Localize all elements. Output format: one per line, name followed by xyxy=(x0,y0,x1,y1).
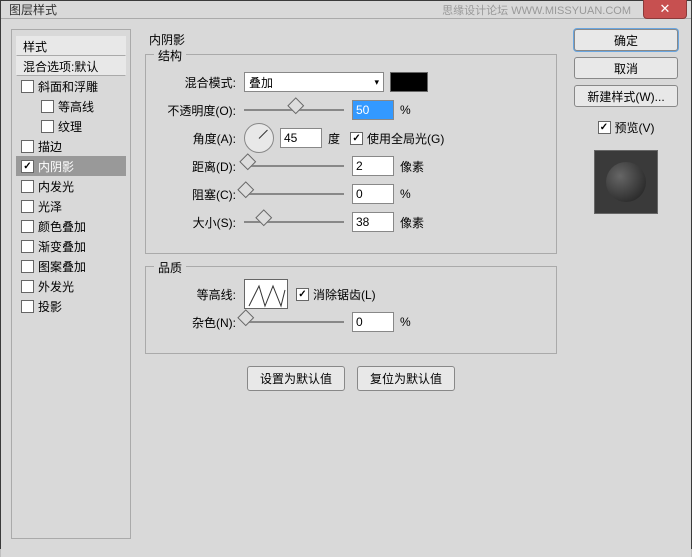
angle-dial[interactable] xyxy=(244,123,274,153)
settings-panel: 内阴影 结构 混合模式: 叠加▾ 不透明度(O): 50 % xyxy=(141,29,561,547)
style-checkbox[interactable] xyxy=(41,120,54,133)
opacity-slider[interactable] xyxy=(244,102,344,118)
opacity-input[interactable]: 50 xyxy=(352,100,394,120)
color-swatch[interactable] xyxy=(390,72,428,92)
antialias-checkbox[interactable] xyxy=(296,288,309,301)
style-label: 光泽 xyxy=(38,198,62,215)
style-label: 内阴影 xyxy=(38,158,74,175)
style-item-1[interactable]: 等高线 xyxy=(16,96,126,116)
noise-input[interactable]: 0 xyxy=(352,312,394,332)
structure-legend: 结构 xyxy=(154,47,186,64)
style-label: 内发光 xyxy=(38,178,74,195)
new-style-button[interactable]: 新建样式(W)... xyxy=(574,85,678,107)
blending-options[interactable]: 混合选项:默认 xyxy=(16,56,126,76)
size-slider[interactable] xyxy=(244,214,344,230)
style-checkbox[interactable] xyxy=(21,260,34,273)
style-item-11[interactable]: 投影 xyxy=(16,296,126,316)
style-checkbox[interactable] xyxy=(21,80,34,93)
cancel-button[interactable]: 取消 xyxy=(574,57,678,79)
style-item-0[interactable]: 斜面和浮雕 xyxy=(16,76,126,96)
global-light-label: 使用全局光(G) xyxy=(367,130,444,147)
angle-input[interactable]: 45 xyxy=(280,128,322,148)
dialog-body: 样式 混合选项:默认 斜面和浮雕等高线纹理描边内阴影内发光光泽颜色叠加渐变叠加图… xyxy=(1,19,691,557)
style-list: 样式 混合选项:默认 斜面和浮雕等高线纹理描边内阴影内发光光泽颜色叠加渐变叠加图… xyxy=(16,36,126,316)
size-label: 大小(S): xyxy=(154,214,244,231)
noise-label: 杂色(N): xyxy=(154,314,244,331)
antialias-label: 消除锯齿(L) xyxy=(313,286,376,303)
style-label: 投影 xyxy=(38,298,62,315)
choke-slider[interactable] xyxy=(244,186,344,202)
style-label: 等高线 xyxy=(58,98,94,115)
style-label: 颜色叠加 xyxy=(38,218,86,235)
angle-label: 角度(A): xyxy=(154,130,244,147)
style-label: 斜面和浮雕 xyxy=(38,78,98,95)
close-button[interactable]: ✕ xyxy=(643,0,687,19)
styles-header[interactable]: 样式 xyxy=(16,36,126,56)
noise-slider[interactable] xyxy=(244,314,344,330)
chevron-down-icon: ▾ xyxy=(374,77,379,88)
size-input[interactable]: 38 xyxy=(352,212,394,232)
style-checkbox[interactable] xyxy=(21,160,34,173)
style-label: 纹理 xyxy=(58,118,82,135)
style-item-8[interactable]: 渐变叠加 xyxy=(16,236,126,256)
style-item-4[interactable]: 内阴影 xyxy=(16,156,126,176)
style-item-10[interactable]: 外发光 xyxy=(16,276,126,296)
quality-legend: 品质 xyxy=(154,259,186,276)
distance-slider[interactable] xyxy=(244,158,344,174)
opacity-label: 不透明度(O): xyxy=(154,102,244,119)
style-label: 外发光 xyxy=(38,278,74,295)
style-checkbox[interactable] xyxy=(21,300,34,313)
distance-input[interactable]: 2 xyxy=(352,156,394,176)
style-checkbox[interactable] xyxy=(21,200,34,213)
style-checkbox[interactable] xyxy=(21,140,34,153)
layer-style-dialog: 图层样式 思缘设计论坛 WWW.MISSYUAN.COM ✕ 样式 混合选项:默… xyxy=(0,0,692,549)
blend-mode-label: 混合模式: xyxy=(154,74,244,91)
style-item-7[interactable]: 颜色叠加 xyxy=(16,216,126,236)
panel-title: 内阴影 xyxy=(149,31,557,48)
preview-checkbox[interactable] xyxy=(598,121,611,134)
style-item-6[interactable]: 光泽 xyxy=(16,196,126,216)
global-light-checkbox[interactable] xyxy=(350,132,363,145)
preview-label: 预览(V) xyxy=(615,119,655,136)
window-title: 图层样式 xyxy=(9,1,57,18)
contour-label: 等高线: xyxy=(154,286,244,303)
distance-label: 距离(D): xyxy=(154,158,244,175)
contour-picker[interactable] xyxy=(244,279,288,309)
choke-input[interactable]: 0 xyxy=(352,184,394,204)
style-checkbox[interactable] xyxy=(21,280,34,293)
blend-mode-select[interactable]: 叠加▾ xyxy=(244,72,384,92)
make-default-button[interactable]: 设置为默认值 xyxy=(247,366,345,391)
style-checkbox[interactable] xyxy=(41,100,54,113)
style-label: 渐变叠加 xyxy=(38,238,86,255)
style-label: 描边 xyxy=(38,138,62,155)
action-panel: 确定 取消 新建样式(W)... 预览(V) xyxy=(571,29,681,547)
preview-thumbnail xyxy=(594,150,658,214)
ok-button[interactable]: 确定 xyxy=(574,29,678,51)
style-checkbox[interactable] xyxy=(21,180,34,193)
style-item-2[interactable]: 纹理 xyxy=(16,116,126,136)
watermark: 思缘设计论坛 WWW.MISSYUAN.COM xyxy=(442,2,631,18)
style-label: 图案叠加 xyxy=(38,258,86,275)
style-checkbox[interactable] xyxy=(21,240,34,253)
style-item-5[interactable]: 内发光 xyxy=(16,176,126,196)
titlebar: 图层样式 思缘设计论坛 WWW.MISSYUAN.COM ✕ xyxy=(1,1,691,19)
styles-panel: 样式 混合选项:默认 斜面和浮雕等高线纹理描边内阴影内发光光泽颜色叠加渐变叠加图… xyxy=(11,29,131,547)
reset-default-button[interactable]: 复位为默认值 xyxy=(357,366,455,391)
style-item-3[interactable]: 描边 xyxy=(16,136,126,156)
style-item-9[interactable]: 图案叠加 xyxy=(16,256,126,276)
choke-label: 阻塞(C): xyxy=(154,186,244,203)
style-checkbox[interactable] xyxy=(21,220,34,233)
preview-sphere-icon xyxy=(606,162,646,202)
